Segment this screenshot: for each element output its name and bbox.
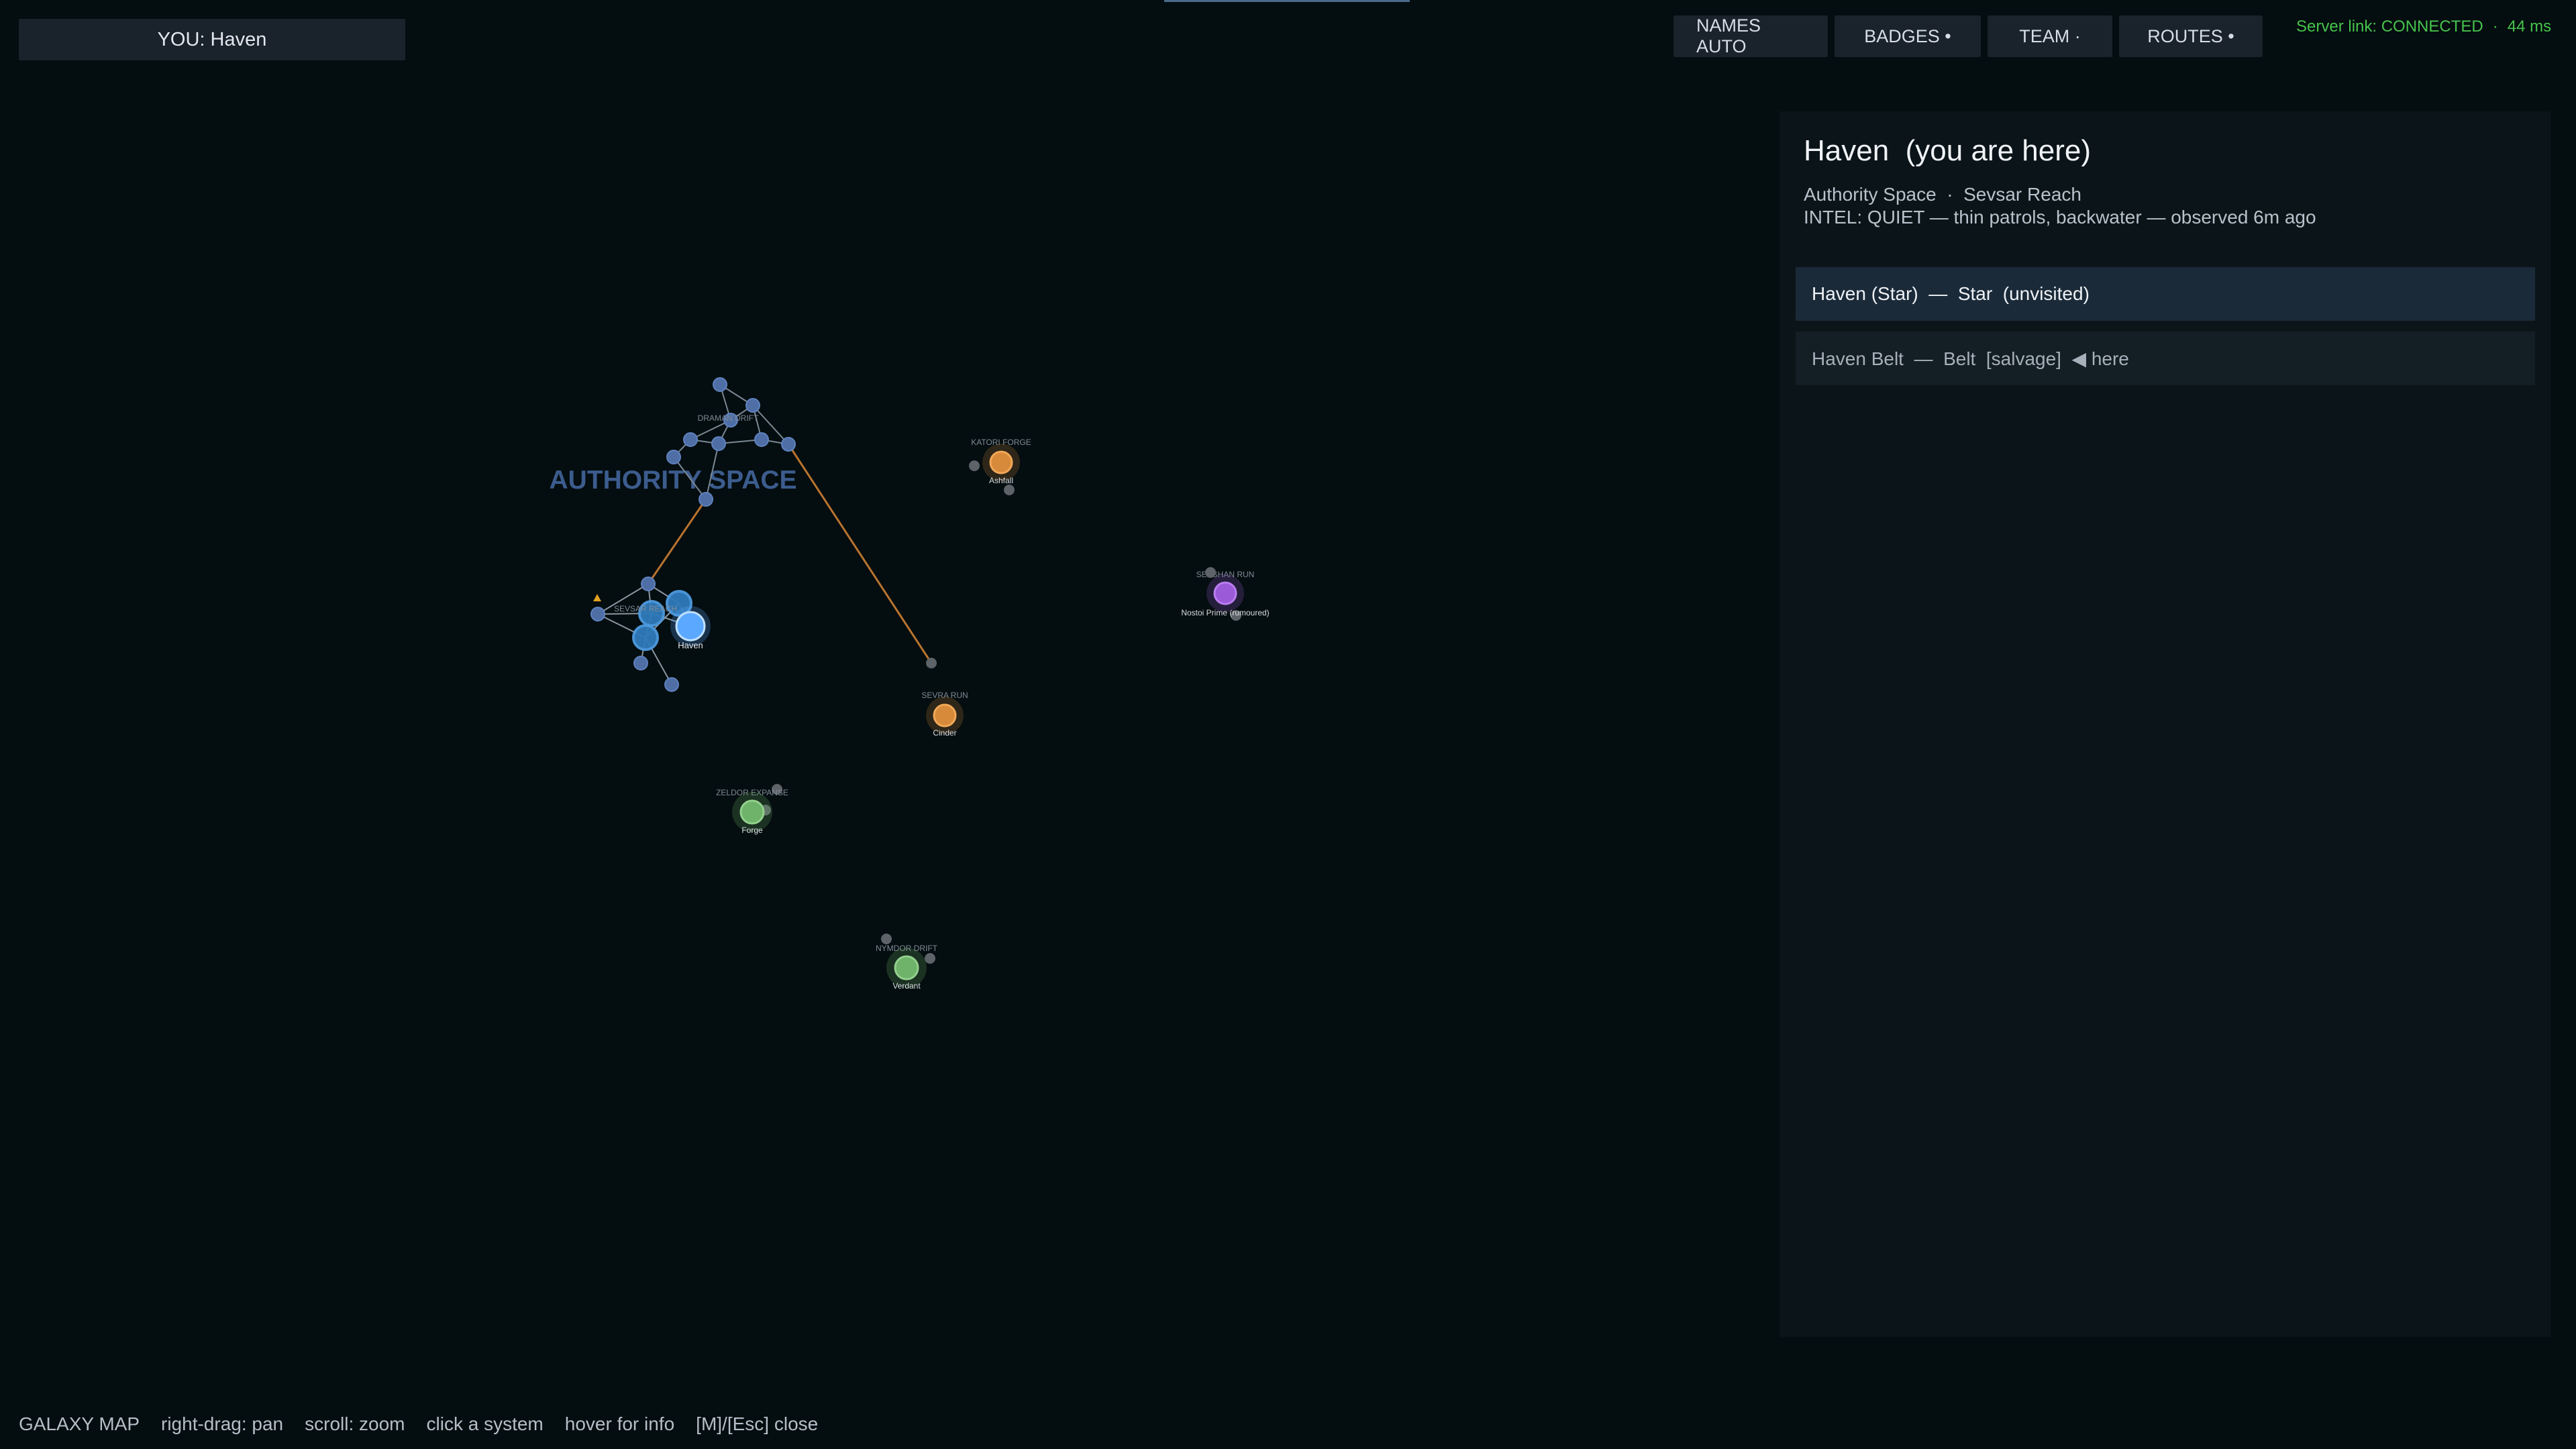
system-node[interactable] [754, 432, 769, 447]
hint-item: [M]/[Esc] close [696, 1413, 819, 1434]
system-node[interactable] [745, 398, 760, 413]
ping-readout: 44 ms [2507, 17, 2552, 36]
system-node-verdant[interactable] [894, 955, 919, 981]
region-label-authority-space: AUTHORITY SPACE [549, 466, 796, 495]
system-node[interactable] [641, 577, 656, 591]
panel-intel: INTEL: QUIET — thin patrols, backwater —… [1804, 207, 2316, 228]
hint-item: hover for info [564, 1413, 675, 1434]
system-label-haven: Haven [678, 640, 703, 650]
system-node[interactable] [925, 953, 935, 964]
body-row-haven-star[interactable]: Haven (Star) — Star (unvisited) [1796, 267, 2535, 321]
server-link-status: Server link: CONNECTED [2296, 17, 2483, 36]
system-label-cinder: Cinder [933, 728, 956, 738]
system-node[interactable] [713, 377, 727, 392]
system-node[interactable] [881, 934, 892, 944]
system-node[interactable] [969, 460, 980, 471]
sevsar-reach-nodes [590, 577, 711, 692]
hint-item: scroll: zoom [305, 1413, 405, 1434]
status-separator: · [2492, 17, 2498, 36]
system-node[interactable] [632, 624, 659, 651]
system-node[interactable] [666, 450, 681, 464]
system-node[interactable] [664, 677, 679, 692]
badges-toggle-button[interactable]: BADGES • [1835, 15, 1981, 57]
system-node[interactable] [781, 437, 796, 452]
cluster-label-draman-drift: DRAMAN DRIFT [698, 413, 759, 423]
system-node[interactable] [633, 656, 648, 670]
galaxy-map-screen: YOU: Haven NAMES AUTO BADGES • TEAM · RO… [0, 0, 2576, 1449]
team-toggle-button[interactable]: TEAM · [1988, 15, 2112, 57]
system-node[interactable] [699, 492, 713, 507]
system-info-panel: Haven (you are here) Authority Space · S… [1780, 111, 2551, 1337]
hint-item: click a system [426, 1413, 544, 1434]
system-node-cinder[interactable] [933, 703, 957, 728]
cluster-label-sevsar-reach: SEVSAR REACH [614, 604, 677, 613]
control-hints: GALAXY MAP right-drag: pan scroll: zoom … [19, 1413, 818, 1435]
warning-marker-icon [593, 594, 601, 601]
hint-item: right-drag: pan [161, 1413, 284, 1434]
system-label-forge: Forge [741, 826, 763, 835]
body-row-label: Haven (Star) — Star (unvisited) [1812, 283, 2090, 304]
system-node-ashfall[interactable] [989, 450, 1013, 474]
route-line [787, 444, 933, 664]
hint-item: GALAXY MAP [19, 1413, 140, 1434]
routes-toggle-button[interactable]: ROUTES • [2119, 15, 2263, 57]
body-row-haven-belt[interactable]: Haven Belt — Belt [salvage] ◀ here [1796, 332, 2535, 385]
panel-title: Haven (you are here) [1804, 134, 2091, 167]
body-row-label: Haven Belt — Belt [salvage] ◀ here [1812, 348, 2129, 369]
system-node[interactable] [683, 432, 698, 447]
system-node-forge[interactable] [739, 799, 765, 825]
server-status: Server link: CONNECTED · 44 ms [2296, 17, 2551, 36]
system-node[interactable] [711, 436, 726, 451]
system-label-ashfall: Ashfall [989, 476, 1013, 485]
system-node-nostoi-prime[interactable] [1213, 581, 1237, 605]
current-system-node[interactable] [675, 611, 706, 642]
panel-subtitle: Authority Space · Sevsar Reach [1804, 184, 2081, 205]
system-label-verdant: Verdant [892, 981, 921, 991]
system-label-nostoi-prime: Nostoi Prime (rumoured) [1181, 608, 1269, 617]
system-node[interactable] [926, 658, 937, 668]
galaxy-map-canvas[interactable]: AUTHORITY SPACE DRAMAN DRIFT SEVSAR REAC… [0, 0, 1778, 1449]
system-node[interactable] [1004, 485, 1015, 495]
system-node[interactable] [1205, 567, 1216, 578]
route-line [647, 499, 707, 585]
system-node[interactable] [590, 607, 605, 621]
